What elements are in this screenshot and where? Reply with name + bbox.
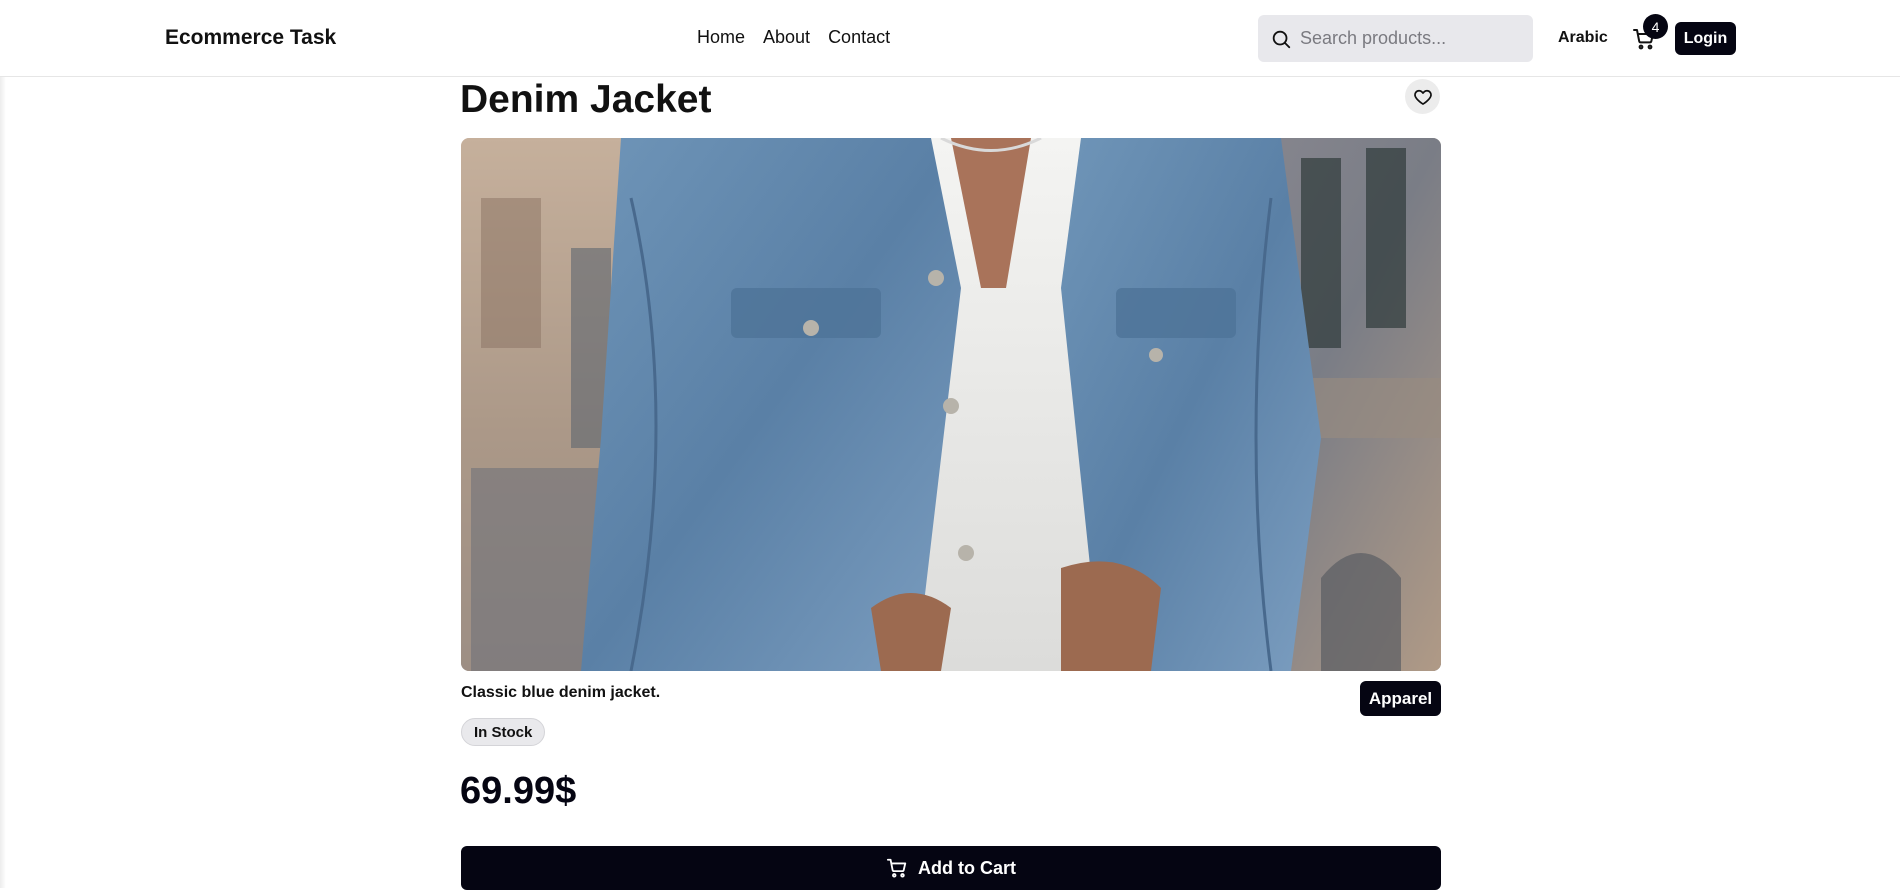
product-image xyxy=(461,138,1441,671)
add-to-cart-label: Add to Cart xyxy=(918,857,1016,878)
login-button[interactable]: Login xyxy=(1675,22,1736,55)
cart-icon xyxy=(886,858,907,878)
denim-jacket-photo xyxy=(461,138,1441,671)
category-badge: Apparel xyxy=(1360,681,1441,716)
nav-link-about[interactable]: About xyxy=(763,27,810,48)
site-header: Ecommerce Task Home About Contact Arabic… xyxy=(0,0,1900,77)
search-box xyxy=(1258,15,1533,62)
nav-link-contact[interactable]: Contact xyxy=(828,27,890,48)
cart-count-badge: 4 xyxy=(1643,14,1668,39)
brand-logo[interactable]: Ecommerce Task xyxy=(165,26,336,50)
heart-icon xyxy=(1413,89,1432,105)
product-title: Denim Jacket xyxy=(460,78,712,121)
product-price: 69.99$ xyxy=(460,770,577,812)
favorite-button[interactable] xyxy=(1405,79,1440,114)
product-description: Classic blue denim jacket. xyxy=(461,684,661,701)
nav-link-home[interactable]: Home xyxy=(697,27,745,48)
search-input[interactable] xyxy=(1300,28,1520,49)
page-edge-shadow xyxy=(0,0,6,888)
search-icon[interactable] xyxy=(1270,28,1292,50)
stock-status-badge: In Stock xyxy=(461,718,546,746)
add-to-cart-button[interactable]: Add to Cart xyxy=(461,846,1441,890)
language-toggle[interactable]: Arabic xyxy=(1558,29,1608,47)
main-nav: Home About Contact xyxy=(697,27,908,48)
